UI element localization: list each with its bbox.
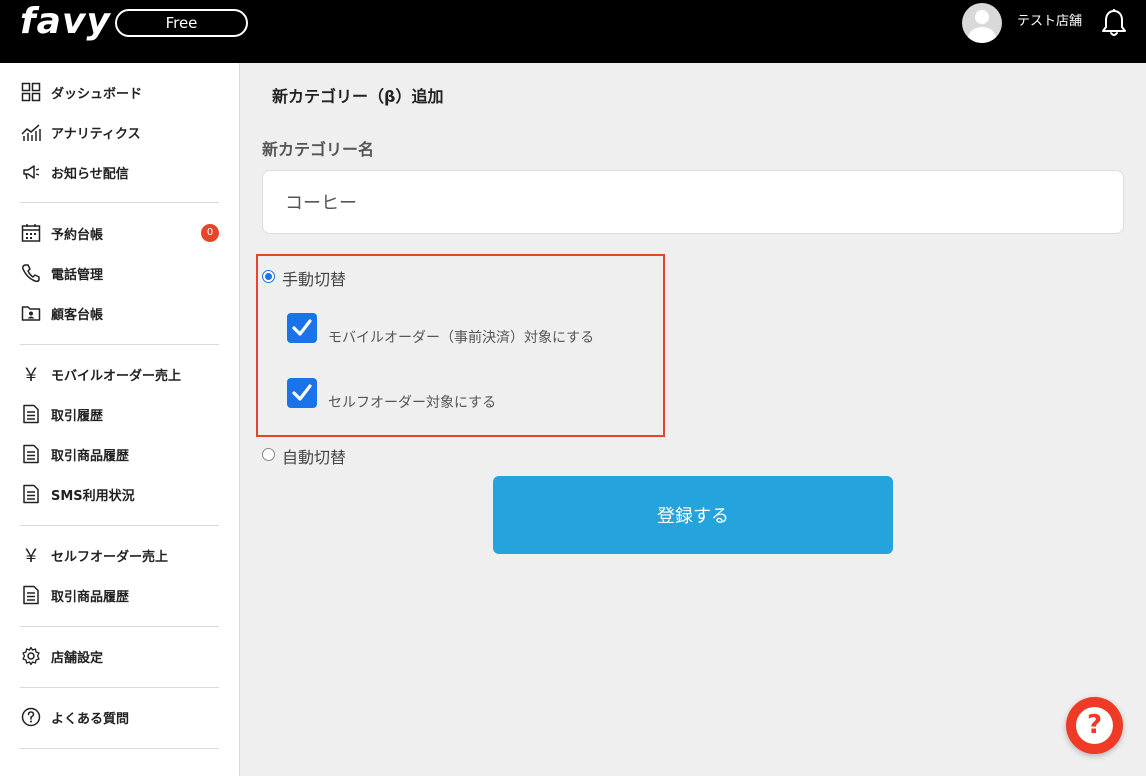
- analytics-icon: [20, 121, 42, 143]
- category-name-label: 新カテゴリー名: [262, 140, 375, 159]
- page-title: 新カテゴリー（β）追加: [272, 87, 444, 106]
- sidebar-item-label: よくある質問: [51, 711, 130, 727]
- sidebar-item-dashboard[interactable]: ダッシュボード: [20, 77, 230, 107]
- top-header: favy Free テスト店舗: [0, 0, 1146, 63]
- sidebar-item-customers[interactable]: 顧客台帳: [20, 298, 230, 328]
- help-button[interactable]: ?: [1066, 697, 1123, 754]
- question-icon: ?: [1076, 707, 1113, 744]
- sidebar-item-analytics[interactable]: アナリティクス: [20, 117, 230, 147]
- mobile-order-label[interactable]: モバイルオーダー（事前決済）対象にする: [328, 327, 594, 347]
- bell-icon[interactable]: [1100, 8, 1128, 38]
- reservation-count-badge: 0: [201, 224, 219, 242]
- auto-switch-label[interactable]: 自動切替: [282, 444, 346, 468]
- sidebar-divider: [20, 344, 219, 345]
- customer-folder-icon: [20, 302, 42, 324]
- sidebar-item-label: お知らせ配信: [51, 166, 129, 182]
- sidebar-item-faq[interactable]: よくある質問: [20, 702, 230, 732]
- megaphone-icon: [20, 161, 42, 183]
- sidebar-item-announcements[interactable]: お知らせ配信: [20, 157, 230, 187]
- question-icon: [20, 706, 42, 728]
- sidebar-item-label: モバイルオーダー売上: [51, 368, 182, 384]
- store-name[interactable]: テスト店舗: [1017, 12, 1082, 32]
- manual-switch-radio[interactable]: [262, 270, 275, 283]
- sidebar-item-self-product-history[interactable]: 取引商品履歴: [20, 580, 230, 610]
- phone-icon: [20, 262, 42, 284]
- auto-switch-radio[interactable]: [262, 448, 275, 461]
- sidebar-item-label: 店舗設定: [51, 650, 104, 666]
- document-icon: [20, 443, 42, 465]
- sidebar-item-label: 取引商品履歴: [51, 448, 130, 464]
- sidebar-divider: [20, 748, 219, 749]
- document-icon: [20, 584, 42, 606]
- self-order-label[interactable]: セルフオーダー対象にする: [328, 392, 496, 412]
- checkmark-icon: [292, 319, 312, 336]
- sidebar-item-label: 取引商品履歴: [51, 589, 130, 605]
- plan-badge[interactable]: Free: [115, 9, 248, 37]
- checkmark-icon: [292, 384, 312, 401]
- sidebar-item-label: 電話管理: [51, 267, 104, 283]
- category-name-input[interactable]: [262, 170, 1124, 234]
- yen-icon: ￥: [22, 365, 40, 386]
- sidebar-divider: [20, 687, 219, 688]
- register-button[interactable]: 登録する: [493, 476, 893, 554]
- sidebar: ダッシュボード アナリティクス お知らせ配信 予約台帳 0 電話管理 顧客台帳: [0, 63, 240, 776]
- document-icon: [20, 403, 42, 425]
- sidebar-item-label: 予約台帳: [51, 227, 104, 243]
- self-order-checkbox[interactable]: [287, 378, 317, 408]
- sidebar-item-mobile-order-sales[interactable]: ￥ モバイルオーダー売上: [20, 359, 230, 389]
- yen-icon: ￥: [22, 546, 40, 567]
- sidebar-item-reservations[interactable]: 予約台帳: [20, 218, 230, 248]
- gear-icon: [20, 645, 42, 667]
- sidebar-divider: [20, 525, 219, 526]
- sidebar-item-sms-usage[interactable]: SMS利用状況: [20, 479, 230, 509]
- grid-icon: [20, 81, 42, 103]
- sidebar-item-self-order-sales[interactable]: ￥ セルフオーダー売上: [20, 540, 230, 570]
- document-icon: [20, 483, 42, 505]
- sidebar-item-label: セルフオーダー売上: [51, 549, 169, 565]
- sidebar-item-phone[interactable]: 電話管理: [20, 258, 230, 288]
- sidebar-divider: [20, 202, 219, 203]
- sidebar-item-label: 取引履歴: [51, 408, 104, 424]
- sidebar-item-label: ダッシュボード: [51, 86, 143, 102]
- sidebar-item-label: SMS利用状況: [51, 488, 135, 504]
- calendar-icon: [20, 222, 42, 244]
- favy-logo[interactable]: favy: [20, 0, 111, 44]
- sidebar-item-transaction-history[interactable]: 取引履歴: [20, 399, 230, 429]
- manual-switch-label[interactable]: 手動切替: [282, 266, 346, 290]
- sidebar-item-product-history[interactable]: 取引商品履歴: [20, 439, 230, 469]
- sidebar-item-label: 顧客台帳: [51, 307, 104, 323]
- sidebar-divider: [20, 626, 219, 627]
- sidebar-item-store-settings[interactable]: 店舗設定: [20, 641, 230, 671]
- avatar[interactable]: [962, 3, 1002, 43]
- sidebar-item-label: アナリティクス: [51, 126, 141, 142]
- mobile-order-checkbox[interactable]: [287, 313, 317, 343]
